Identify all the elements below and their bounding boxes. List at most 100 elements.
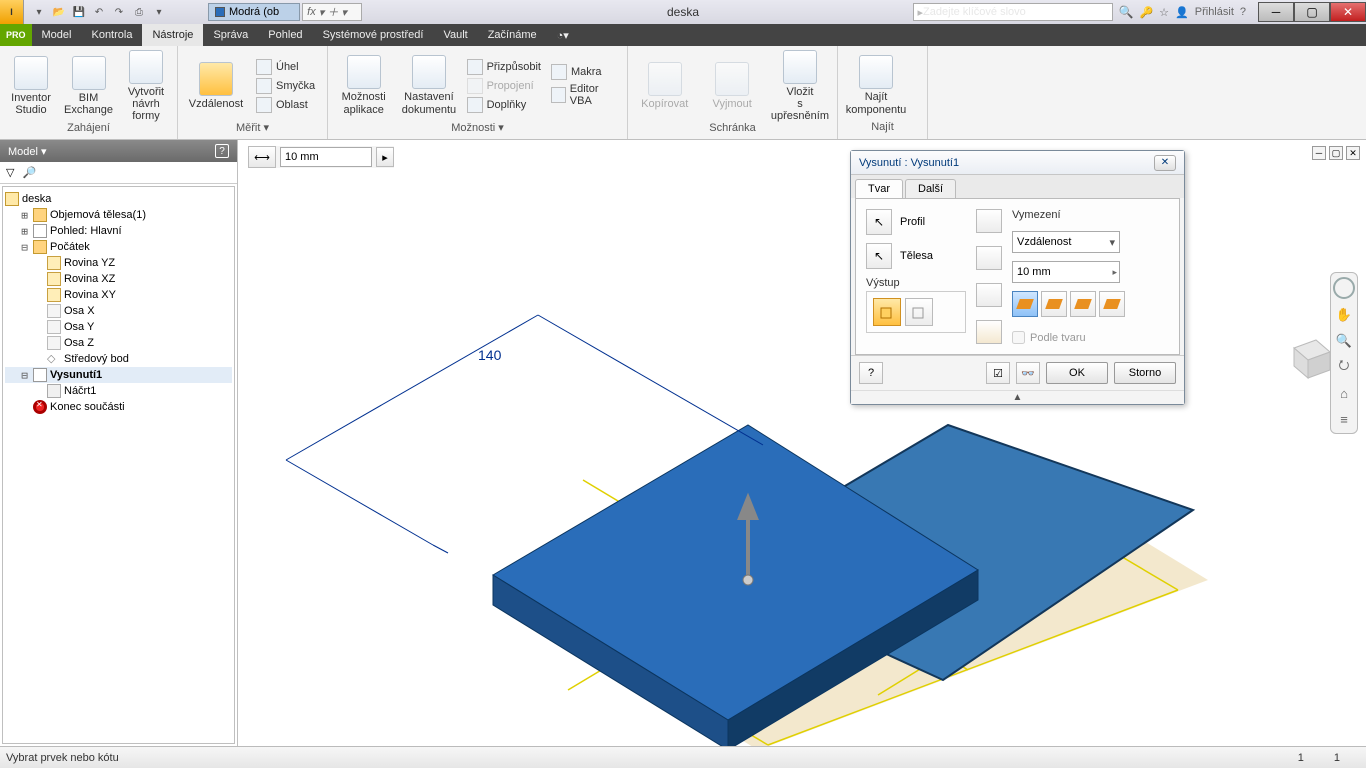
- smycka-button[interactable]: Smyčka: [256, 78, 315, 94]
- boolean-join-button[interactable]: [976, 209, 1002, 233]
- telesa-pick-button[interactable]: ↖: [866, 243, 892, 269]
- profil-pick-button[interactable]: ↖: [866, 209, 892, 235]
- close-button[interactable]: ✕: [1330, 2, 1366, 22]
- tab-kontrola[interactable]: Kontrola: [81, 24, 142, 46]
- tab-pohled[interactable]: Pohled: [258, 24, 312, 46]
- vzdalenost-button[interactable]: Vzdálenost: [186, 62, 246, 110]
- vlozit-button[interactable]: Vložit s upřesněním: [771, 50, 829, 122]
- dir-negative-button[interactable]: [1041, 291, 1067, 317]
- output-solid-button[interactable]: [873, 298, 901, 326]
- tree-xy[interactable]: Rovina XY: [5, 287, 232, 303]
- key-icon[interactable]: 🔑: [1139, 6, 1153, 19]
- star-icon[interactable]: ☆: [1159, 6, 1169, 19]
- tab-zaciname[interactable]: Začínáme: [478, 24, 547, 46]
- find-icon[interactable]: 🔎: [22, 166, 36, 179]
- doplnky-button[interactable]: Doplňky: [467, 97, 541, 113]
- vytvorit-navrh-button[interactable]: Vytvořit návrh formy: [123, 50, 169, 122]
- tab-dalsi[interactable]: Další: [905, 179, 956, 198]
- tree-root[interactable]: deska: [5, 191, 232, 207]
- editor-vba-button[interactable]: Editor VBA: [551, 83, 619, 107]
- tree-ox[interactable]: Osa X: [5, 303, 232, 319]
- moznosti-aplikace-button[interactable]: Možnosti aplikace: [336, 55, 391, 115]
- glasses-icon[interactable]: 👓: [1016, 362, 1040, 384]
- orbit-icon[interactable]: ⭮: [1334, 357, 1354, 377]
- tab-nastroje[interactable]: Nástroje: [142, 24, 203, 46]
- storno-button[interactable]: Storno: [1114, 362, 1176, 384]
- tab-vault[interactable]: Vault: [433, 24, 477, 46]
- model-tree[interactable]: deska ⊞Objemová tělesa(1) ⊞Pohled: Hlavn…: [2, 186, 235, 744]
- dir-positive-button[interactable]: [1012, 291, 1038, 317]
- boolean-newsolid-button[interactable]: [976, 320, 1002, 344]
- pro-badge[interactable]: PRO: [0, 24, 32, 46]
- dialog-close-icon[interactable]: ✕: [1154, 155, 1176, 171]
- user-icon[interactable]: 👤: [1175, 6, 1189, 19]
- nav-more-icon[interactable]: ≡: [1334, 409, 1354, 429]
- measure-mode-icon[interactable]: ⟷: [248, 146, 276, 168]
- measure-flyout-icon[interactable]: ▸: [376, 147, 394, 167]
- group-title-merit[interactable]: Měřit ▾: [178, 121, 327, 139]
- tree-view[interactable]: ⊞Pohled: Hlavní: [5, 223, 232, 239]
- preview-check-icon[interactable]: ☑: [986, 362, 1010, 384]
- distance-input[interactable]: 10 mm▸: [1012, 261, 1120, 283]
- dialog-titlebar[interactable]: Vysunutí : Vysunutí1 ✕: [851, 151, 1184, 175]
- dir-symmetric-button[interactable]: [1070, 291, 1096, 317]
- viewcube[interactable]: [1282, 330, 1336, 384]
- boolean-intersect-button[interactable]: [976, 283, 1002, 307]
- zoom-icon[interactable]: 🔍: [1334, 331, 1354, 351]
- tree-extrusion[interactable]: ⊟Vysunutí1: [5, 367, 232, 383]
- uhel-button[interactable]: Úhel: [256, 59, 315, 75]
- qat-undo-icon[interactable]: ↶: [90, 3, 108, 21]
- makra-button[interactable]: Makra: [551, 64, 619, 80]
- tab-sprava[interactable]: Správa: [203, 24, 258, 46]
- tab-model[interactable]: Model: [32, 24, 82, 46]
- ok-button[interactable]: OK: [1046, 362, 1108, 384]
- tree-oy[interactable]: Osa Y: [5, 319, 232, 335]
- extents-combo[interactable]: Vzdálenost: [1012, 231, 1120, 253]
- tab-sysprostredi[interactable]: Systémové prostředí: [313, 24, 434, 46]
- najit-komponentu-button[interactable]: Najít komponentu: [846, 55, 906, 115]
- dialog-expand-icon[interactable]: ▲: [851, 390, 1184, 404]
- filter-icon[interactable]: ▽: [6, 166, 14, 179]
- dir-asymmetric-button[interactable]: [1099, 291, 1125, 317]
- boolean-cut-button[interactable]: [976, 246, 1002, 270]
- tree-oz[interactable]: Osa Z: [5, 335, 232, 351]
- match-shape-checkbox[interactable]: Podle tvaru: [1012, 331, 1169, 344]
- group-title-moznosti[interactable]: Možnosti ▾: [328, 121, 627, 139]
- minimize-button[interactable]: ─: [1258, 2, 1294, 22]
- steering-wheel-icon[interactable]: [1333, 277, 1355, 299]
- search-icon[interactable]: 🔍: [1119, 5, 1134, 19]
- qat-more-icon[interactable]: ▾: [150, 3, 168, 21]
- help-search-input[interactable]: ▸ Zadejte klíčové slovo: [913, 3, 1113, 21]
- qat-redo-icon[interactable]: ↷: [110, 3, 128, 21]
- tree-yz[interactable]: Rovina YZ: [5, 255, 232, 271]
- output-surface-button[interactable]: [905, 298, 933, 326]
- nastaveni-dokumentu-button[interactable]: Nastavení dokumentu: [401, 55, 456, 115]
- model-browser-header[interactable]: Model ▾ ?: [0, 140, 237, 162]
- inventor-studio-button[interactable]: Inventor Studio: [8, 56, 54, 116]
- match-shape-check-input[interactable]: [1012, 331, 1025, 344]
- qat-new-icon[interactable]: ▾: [30, 3, 48, 21]
- tree-xz[interactable]: Rovina XZ: [5, 271, 232, 287]
- qat-open-icon[interactable]: 📂: [50, 3, 68, 21]
- tree-end[interactable]: Konec součásti: [5, 399, 232, 415]
- tab-overflow[interactable]: ◔▾: [547, 24, 579, 46]
- tab-tvar[interactable]: Tvar: [855, 179, 903, 198]
- qat-print-icon[interactable]: ⎙: [130, 3, 148, 21]
- maximize-button[interactable]: ▢: [1294, 2, 1330, 22]
- appearance-dropdown[interactable]: Modrá (ob: [208, 3, 300, 21]
- tree-origin[interactable]: ⊟Počátek: [5, 239, 232, 255]
- prizpusobit-button[interactable]: Přizpůsobit: [467, 59, 541, 75]
- tree-sketch[interactable]: Náčrt1: [5, 383, 232, 399]
- qat-save-icon[interactable]: 💾: [70, 3, 88, 21]
- tree-solids[interactable]: ⊞Objemová tělesa(1): [5, 207, 232, 223]
- login-link[interactable]: Přihlásit: [1195, 6, 1234, 18]
- fx-parameters-button[interactable]: fx ▾ ＋ ▾: [302, 3, 362, 21]
- help-icon[interactable]: ?: [1240, 6, 1246, 18]
- panel-help-icon[interactable]: ?: [215, 144, 229, 158]
- app-logo[interactable]: I: [0, 0, 24, 24]
- lookat-icon[interactable]: ⌂: [1334, 383, 1354, 403]
- pan-icon[interactable]: ✋: [1334, 305, 1354, 325]
- measure-value-input[interactable]: [280, 147, 372, 167]
- oblast-button[interactable]: Oblast: [256, 97, 315, 113]
- graphics-viewport[interactable]: ─ ▢ ✕: [238, 140, 1366, 746]
